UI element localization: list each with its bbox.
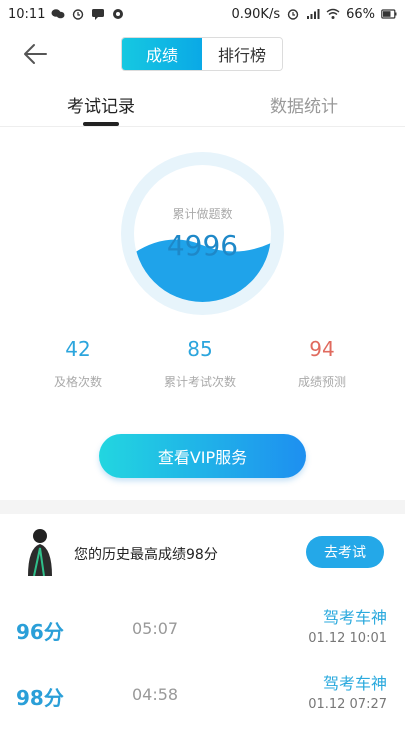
best-score-row: 您的历史最高成绩98分 去考试 (0, 514, 405, 594)
metric-value: 94 (309, 337, 335, 361)
wechat-icon (51, 9, 65, 19)
metric-pass-count: 42 及格次数 (23, 337, 133, 390)
tab-score[interactable]: 成绩 (122, 38, 202, 70)
metric-label: 累计考试次数 (163, 375, 236, 389)
list-item[interactable]: 98分 04:58 驾考车神 01.12 07:27 (0, 664, 405, 730)
progress-ring: 累计做题数 4996 (121, 152, 284, 315)
status-right: 0.90K/s 66% (231, 7, 397, 22)
sub-tabs: 考试记录 数据统计 (0, 86, 405, 127)
metric-score-prediction: 94 成绩预测 (267, 337, 377, 390)
avatar (28, 529, 52, 576)
tab-exam-records[interactable]: 考试记录 (67, 92, 135, 117)
network-speed: 0.90K/s (231, 6, 281, 22)
record-duration: 04:58 (132, 685, 179, 704)
ring-inner: 累计做题数 4996 (134, 165, 271, 302)
record-title: 驾考车神 (322, 608, 387, 627)
battery-percent: 66% (346, 6, 375, 22)
record-date: 01.12 07:27 (308, 697, 387, 712)
tab-ranking[interactable]: 排行榜 (202, 38, 282, 70)
metric-value: 85 (187, 337, 213, 361)
wifi-icon (326, 8, 340, 19)
notification-icon (113, 9, 124, 19)
header: 成绩 排行榜 (0, 28, 405, 80)
alarm-icon (73, 9, 84, 20)
alarm-icon (287, 9, 299, 20)
go-exam-button[interactable]: 去考试 (306, 536, 384, 568)
section-divider (0, 500, 405, 514)
record-duration: 05:07 (132, 619, 179, 638)
status-time: 10:11 (8, 6, 46, 22)
best-score-text: 您的历史最高成绩98分 (74, 547, 218, 563)
record-score: 96分 (16, 620, 64, 644)
ring-label: 累计做题数 (172, 207, 233, 221)
message-icon (92, 9, 105, 20)
segment-control: 成绩 排行榜 (121, 37, 283, 71)
status-bar: 10:11 0.90K/s 66% (0, 0, 405, 28)
list-item[interactable]: 96分 05:07 驾考车神 01.12 10:01 (0, 598, 405, 664)
vip-service-button[interactable]: 查看VIP服务 (99, 434, 306, 478)
metric-exam-count: 85 累计考试次数 (145, 337, 255, 390)
ring-value: 4996 (166, 229, 239, 262)
metric-label: 成绩预测 (297, 375, 346, 389)
record-title: 驾考车神 (322, 674, 387, 693)
metric-label: 及格次数 (53, 375, 102, 389)
record-date: 01.12 10:01 (308, 631, 387, 646)
back-arrow-icon[interactable] (20, 40, 50, 68)
signal-icon (307, 9, 320, 19)
active-tab-indicator (83, 122, 119, 126)
battery-icon (381, 9, 397, 19)
record-score: 98分 (16, 686, 64, 710)
tab-data-statistics[interactable]: 数据统计 (270, 92, 338, 117)
metric-value: 42 (65, 337, 91, 361)
status-left: 10:11 (8, 7, 125, 22)
stats-card: 累计做题数 4996 42 及格次数 85 累计考试次数 94 成绩预测 查看V… (0, 127, 405, 500)
